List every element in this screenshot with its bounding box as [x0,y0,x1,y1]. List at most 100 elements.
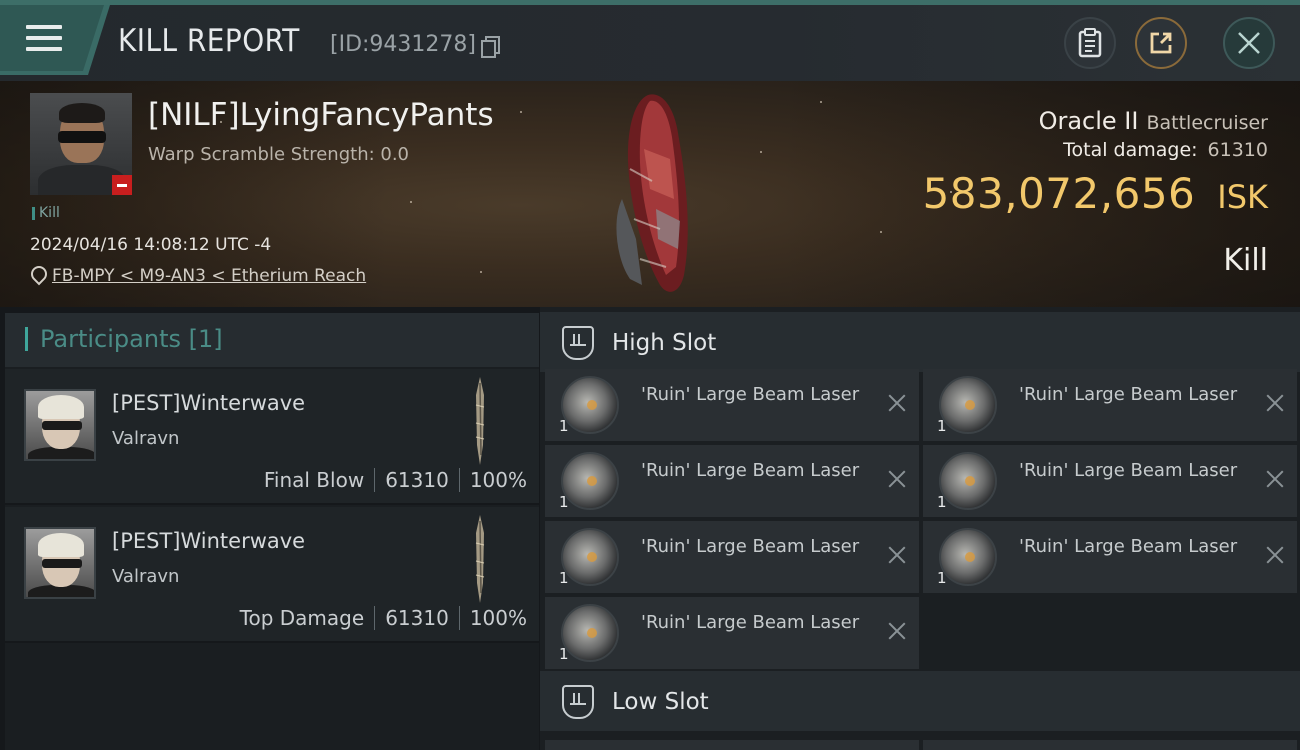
module-item-partial[interactable] [545,740,919,750]
ship-icon [475,377,485,465]
module-item-partial[interactable] [923,740,1297,750]
page-title: KILL REPORT [118,23,300,59]
copy-icon[interactable] [481,35,500,58]
module-name: 'Ruin' Large Beam Laser [641,384,860,405]
low-slot-icon [562,685,594,719]
high-slot-header: High Slot [540,312,1300,372]
participant-stats: Final Blow 61310 100% [264,468,527,492]
beam-laser-icon [561,376,619,434]
destroyed-x-icon [887,621,907,641]
module-quantity: 1 [937,493,947,511]
isk-amount: 583,072,656 [922,169,1196,218]
ship-type-name: Oracle II [1038,107,1139,135]
header-bar: KILL REPORT [ID:9431278] [0,5,1300,81]
high-slot-title: High Slot [612,330,717,356]
beam-laser-icon [939,528,997,586]
location-pin-icon [30,266,44,286]
participant-damage: 61310 [385,606,449,630]
warp-scramble-strength: Warp Scramble Strength: 0.0 [148,144,410,165]
module-quantity: 1 [559,493,569,511]
module-quantity: 1 [937,417,947,435]
ship-icon [475,515,485,603]
beam-laser-icon [561,452,619,510]
participant-damage: 61310 [385,468,449,492]
destroyed-x-icon [887,545,907,565]
destroyed-x-icon [887,393,907,413]
participant-ship: Valravn [112,428,180,449]
destroyed-x-icon [1265,545,1285,565]
module-quantity: 1 [937,569,947,587]
participant-role: Final Blow [263,468,365,492]
kill-banner: [NILF]LyingFancyPants Warp Scramble Stre… [0,81,1300,307]
participants-title: Participants [1] [40,325,223,353]
ship-class: Battlecruiser [1146,112,1268,134]
participant-row[interactable]: [PEST]Winterwave Valravn Final Blow 6131… [5,369,539,505]
participant-role: Top Damage [239,606,365,630]
ship-name[interactable]: Oracle II Battlecruiser [1039,107,1268,135]
participant-avatar [24,389,96,461]
close-icon [1238,32,1260,54]
destroyed-x-icon [887,469,907,489]
isk-unit: ISK [1217,178,1268,216]
participants-panel: Participants [1] [PEST]Winterwave Valrav… [5,313,539,750]
menu-icon [26,25,62,53]
participant-avatar [24,527,96,599]
module-quantity: 1 [559,569,569,587]
beam-laser-icon [939,376,997,434]
total-damage: Total damage: 61310 [1063,139,1268,161]
report-id-text: [ID:9431278] [330,32,476,57]
high-slot-icon [562,326,594,360]
kill-tag: Kill [32,205,60,221]
victim-name[interactable]: [NILF]LyingFancyPants [148,97,494,133]
beam-laser-icon [561,604,619,662]
destroyed-x-icon [1265,393,1285,413]
clipboard-icon [1078,28,1102,58]
participant-ship: Valravn [112,566,180,587]
beam-laser-icon [939,452,997,510]
participant-name: [PEST]Winterwave [112,529,306,553]
module-name: 'Ruin' Large Beam Laser [1019,460,1238,481]
module-item[interactable]: 1 'Ruin' Large Beam Laser [923,369,1297,441]
low-slot-title: Low Slot [612,689,709,715]
share-button[interactable] [1135,17,1187,69]
total-damage-label: Total damage: [1063,139,1198,161]
module-name: 'Ruin' Large Beam Laser [641,460,860,481]
module-quantity: 1 [559,645,569,663]
module-name: 'Ruin' Large Beam Laser [641,612,860,633]
total-damage-value: 61310 [1207,139,1268,161]
standing-badge [112,175,132,195]
kill-tag-label: Kill [39,205,60,221]
clipboard-button[interactable] [1064,17,1116,69]
participants-header: Participants [1] [5,313,539,367]
ship-render [616,94,688,292]
menu-button[interactable] [0,5,110,75]
module-name: 'Ruin' Large Beam Laser [1019,384,1238,405]
module-item[interactable]: 1 'Ruin' Large Beam Laser [923,445,1297,517]
participant-name: [PEST]Winterwave [112,391,306,415]
module-item[interactable]: 1 'Ruin' Large Beam Laser [545,445,919,517]
report-id: [ID:9431278] [330,32,500,58]
participant-percent: 100% [469,606,527,630]
beam-laser-icon [561,528,619,586]
location-link[interactable]: FB-MPY < M9-AN3 < Etherium Reach [52,266,366,286]
participant-row[interactable]: [PEST]Winterwave Valravn Top Damage 6131… [5,507,539,643]
close-button[interactable] [1223,17,1275,69]
low-slot-header: Low Slot [540,671,1300,731]
participant-stats: Top Damage 61310 100% [240,606,527,630]
module-item[interactable]: 1 'Ruin' Large Beam Laser [545,521,919,593]
kill-timestamp: 2024/04/16 14:08:12 UTC -4 [30,235,272,255]
isk-value: 583,072,656 ISK [923,169,1268,218]
participant-percent: 100% [469,468,527,492]
share-icon [1150,32,1172,54]
kill-location[interactable]: FB-MPY < M9-AN3 < Etherium Reach [30,266,366,286]
module-quantity: 1 [559,417,569,435]
fitting-panel: High Slot 1 'Ruin' Large Beam Laser 1 'R… [540,307,1300,750]
victim-avatar[interactable] [30,93,132,195]
module-item[interactable]: 1 'Ruin' Large Beam Laser [545,369,919,441]
module-name: 'Ruin' Large Beam Laser [641,536,860,557]
module-item[interactable]: 1 'Ruin' Large Beam Laser [545,597,919,669]
destroyed-x-icon [1265,469,1285,489]
module-item[interactable]: 1 'Ruin' Large Beam Laser [923,521,1297,593]
module-name: 'Ruin' Large Beam Laser [1019,536,1238,557]
kill-result: Kill [1223,243,1268,278]
